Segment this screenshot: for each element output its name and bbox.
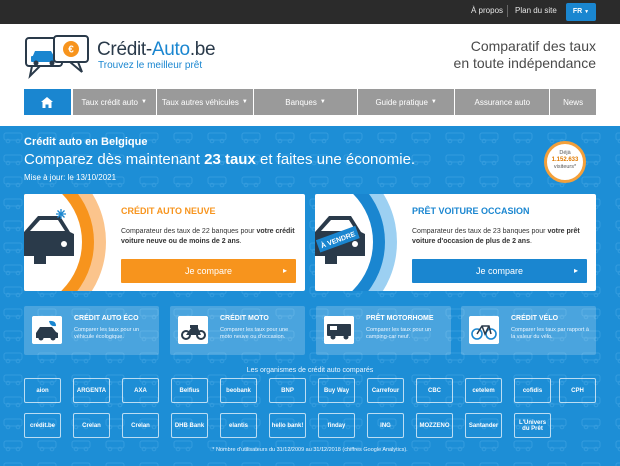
topbar-separator [507,5,508,17]
small-card-title: CRÉDIT VÉLO [511,315,559,322]
partner-logo[interactable]: Crelan [122,413,159,438]
partner-logo[interactable]: Buy Way [318,378,355,403]
footnote: * Nombre d'utilisateurs du 31/12/2009 au… [212,447,408,453]
hero-section: Crédit auto en Belgique Comparez dès mai… [0,126,620,466]
partner-logo[interactable]: Santander [465,413,502,438]
language-label: FR [572,8,583,15]
new-car-icon [24,194,106,291]
partner-logo[interactable]: Carrefour [367,378,404,403]
partner-logo[interactable]: beobank [220,378,257,403]
used-car-loan-card[interactable]: À VENDRE PRÊT VOITURE OCCASION Comparate… [315,194,596,291]
eco-car-icon [32,316,62,344]
used-car-icon: À VENDRE [315,194,397,291]
motorhome-icon [324,316,354,344]
main-navigation: Taux crédit auto ▼ Taux autres véhicules ▼… [24,89,596,115]
partner-logo[interactable]: hello bank! [269,413,306,438]
partner-logo[interactable]: Crelan [73,413,110,438]
site-logo[interactable]: € Crédit-Auto.be Trouvez le meilleur prê… [24,34,224,80]
caret-down-icon: ▼ [319,99,326,105]
chevron-down-icon: ▼ [584,9,590,15]
caret-down-icon: ▼ [140,99,147,105]
nav-banques[interactable]: Banques ▼ [254,89,357,115]
sitemap-link[interactable]: Plan du site [515,6,557,15]
about-link[interactable]: À propos [471,6,503,15]
home-icon [41,96,54,108]
brand-tagline: Trouvez le meilleur prêt [98,60,203,71]
partner-logo[interactable]: DHB Bank [171,413,208,438]
card-description: Comparateur des taux de 22 banques pour … [121,228,295,245]
top-bar: À propos Plan du site FR ▼ [0,0,620,24]
partner-logo[interactable]: finday [318,413,355,438]
new-car-credit-card[interactable]: CRÉDIT AUTO NEUVE Comparateur des taux d… [24,194,305,291]
caret-down-icon: ▼ [241,99,248,105]
compare-new-car-button[interactable]: Je compare ▸ [121,259,296,283]
card-description: Comparateur des taux de 23 banques pour … [412,228,580,245]
brand-name: Crédit-Auto.be [97,39,216,60]
partners-title: Les organismes de crédit auto comparés [246,367,374,374]
partner-logo[interactable]: ING [367,413,404,438]
hero-subtitle: Crédit auto en Belgique [24,136,148,148]
small-card-description: Comparer les taux pour un véhicule écolo… [74,327,140,340]
header-slogan: Comparatif des taux en toute indépendanc… [453,38,596,71]
partner-logo[interactable]: cetelem [465,378,502,403]
nav-taux-autres-vehicules[interactable]: Taux autres véhicules ▼ [156,89,254,115]
bike-credit-card[interactable]: CRÉDIT VÉLO Comparer les taux par rappor… [461,306,596,355]
eco-car-credit-card[interactable]: CRÉDIT AUTO ÉCO Comparer les taux pour u… [24,306,159,355]
partner-logo[interactable]: AXA [122,378,159,403]
nav-guide-pratique[interactable]: Guide pratique ▼ [357,89,455,115]
partner-logo[interactable]: cofidis [514,378,551,403]
motorhome-loan-card[interactable]: PRÊT MOTORHOME Comparer les taux pour un… [316,306,451,355]
partner-logo[interactable]: ARGENTA [73,378,110,403]
partner-logo[interactable]: crédit.be [24,413,61,438]
small-card-title: CRÉDIT AUTO ÉCO [74,315,139,322]
partner-logo[interactable]: MOZZENO [416,413,453,438]
partner-logo[interactable]: BNP [269,378,306,403]
update-date: Mise à jour: le 13/10/2021 [24,173,117,182]
moto-credit-card[interactable]: CRÉDIT MOTO Comparer les taux pour une m… [170,306,305,355]
compare-used-car-button[interactable]: Je compare ▸ [412,259,587,283]
partner-logo[interactable]: CPH [559,378,596,403]
hero-headline: Comparez dès maintenant 23 taux et faite… [24,151,416,168]
nav-home-button[interactable] [24,89,71,115]
card-title: CRÉDIT AUTO NEUVE [121,206,216,216]
partner-logo[interactable]: Belfius [171,378,208,403]
chevron-right-icon: ▸ [282,266,287,275]
chevron-right-icon: ▸ [573,266,578,275]
small-card-description: Comparer les taux pour un camping-car ne… [366,327,432,340]
car-speech-bubbles-icon: € [25,35,89,80]
visitor-count-badge: Déjà 1.152.633 visiteurs* [544,141,586,183]
partner-logo[interactable]: elantis [220,413,257,438]
svg-text:€: € [68,45,74,56]
partner-logo[interactable]: L'Univers du Prêt [514,413,551,438]
card-title: PRÊT VOITURE OCCASION [412,206,530,216]
nav-assurance-auto[interactable]: Assurance auto [455,89,550,115]
caret-down-icon: ▼ [430,99,437,105]
small-card-description: Comparer les taux par rapport à la valeu… [511,327,589,340]
partner-logo[interactable]: aion [24,378,61,403]
nav-taux-credit-auto[interactable]: Taux crédit auto ▼ [72,89,156,115]
nav-news[interactable]: News [550,89,596,115]
small-card-title: CRÉDIT MOTO [220,315,269,322]
small-card-title: PRÊT MOTORHOME [366,315,434,322]
language-selector[interactable]: FR ▼ [566,3,596,21]
small-card-description: Comparer les taux pour une moto neuve ou… [220,327,289,340]
partner-logo[interactable]: CBC [416,378,453,403]
motorcycle-icon [178,316,208,344]
bicycle-icon [469,316,499,344]
